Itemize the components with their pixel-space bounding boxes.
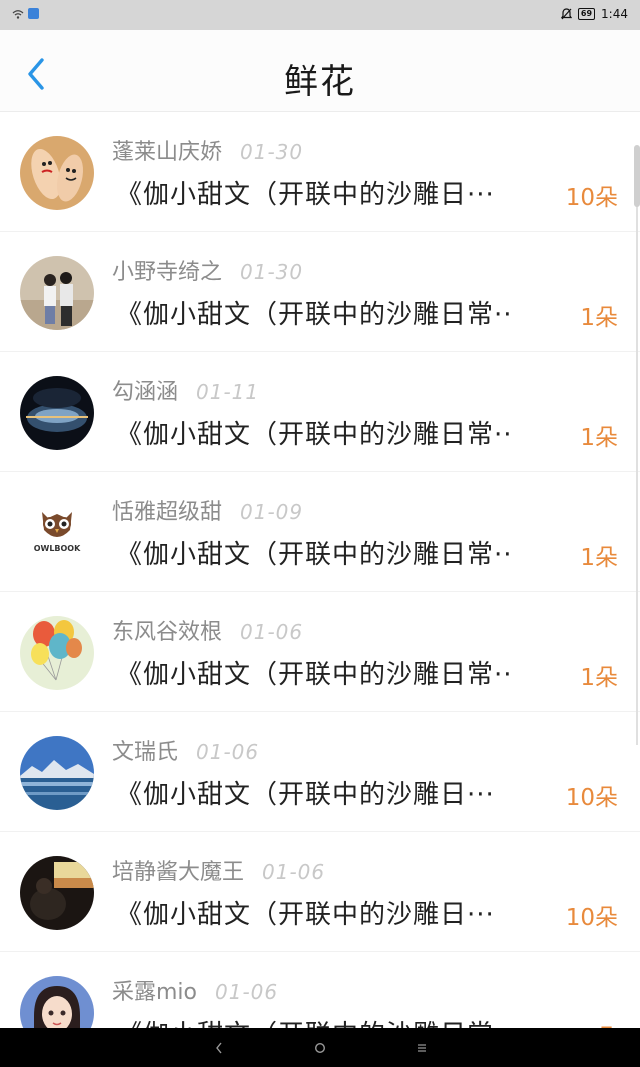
avatar[interactable]: [20, 256, 94, 330]
flower-count: 10朵: [565, 905, 618, 931]
status-left: [12, 8, 39, 19]
work-title[interactable]: 《伽小甜文（开联中的沙雕日···: [116, 774, 550, 811]
gift-list: 蓬莱山庆娇 01-30 《伽小甜文（开联中的沙雕日··· 10朵 小野寺绮之 0…: [0, 112, 640, 1028]
flower-count: 1朵: [580, 305, 618, 331]
date: 01-06: [215, 980, 279, 1004]
nav-menu-icon: [418, 1044, 426, 1052]
work-title[interactable]: 《伽小甜文（开联中的沙雕日常··: [116, 1014, 550, 1028]
user-name[interactable]: 蓬莱山庆娇: [112, 134, 222, 166]
name-line: 采露mio 01-06: [112, 974, 278, 1006]
user-name[interactable]: 东风谷效根: [112, 614, 222, 646]
list-item[interactable]: 勾涵涵 01-11 《伽小甜文（开联中的沙雕日常·· 1朵: [0, 352, 640, 472]
name-line: 东风谷效根 01-06: [112, 614, 303, 646]
name-line: 培静酱大魔王 01-06: [112, 854, 325, 886]
date: 01-09: [240, 500, 304, 524]
page-title: 鲜花: [284, 62, 356, 102]
status-right: 69 1:44: [560, 7, 628, 21]
list-item[interactable]: OWLBOOK 恬雅超级甜 01-09 《伽小甜文（开联中的沙雕日常·· 1朵: [0, 472, 640, 592]
app-notification-icon: [28, 8, 39, 19]
flower-count: 1朵: [580, 1018, 618, 1028]
user-name[interactable]: 采露mio: [112, 974, 197, 1006]
flower-count: 1朵: [580, 545, 618, 571]
wifi-icon: [12, 9, 24, 19]
avatar[interactable]: [20, 856, 94, 930]
name-line: 小野寺绮之 01-30: [112, 254, 303, 286]
user-name[interactable]: 培静酱大魔王: [112, 854, 244, 886]
list-item[interactable]: 东风谷效根 01-06 《伽小甜文（开联中的沙雕日常·· 1朵: [0, 592, 640, 712]
clock: 1:44: [601, 7, 628, 21]
work-title[interactable]: 《伽小甜文（开联中的沙雕日常··: [116, 534, 550, 571]
name-line: 文瑞氏 01-06: [112, 734, 259, 766]
user-name[interactable]: 恬雅超级甜: [112, 494, 222, 526]
nav-home-button[interactable]: [308, 1037, 332, 1059]
avatar[interactable]: [20, 616, 94, 690]
list-item[interactable]: 采露mio 01-06 《伽小甜文（开联中的沙雕日常·· 1朵: [0, 952, 640, 1028]
battery-indicator: 69: [577, 8, 596, 20]
date: 01-06: [240, 620, 304, 644]
date: 01-30: [240, 140, 304, 164]
user-name[interactable]: 文瑞氏: [112, 734, 178, 766]
nav-back-button[interactable]: [207, 1037, 231, 1059]
avatar[interactable]: [20, 376, 94, 450]
alarm-off-icon: [560, 8, 572, 20]
list-item[interactable]: 小野寺绮之 01-30 《伽小甜文（开联中的沙雕日常·· 1朵: [0, 232, 640, 352]
scrollbar-thumb[interactable]: [634, 145, 640, 207]
name-line: 蓬莱山庆娇 01-30: [112, 134, 303, 166]
list-item[interactable]: 文瑞氏 01-06 《伽小甜文（开联中的沙雕日··· 10朵: [0, 712, 640, 832]
date: 01-06: [196, 740, 260, 764]
title-bar: 鲜花: [0, 30, 640, 112]
name-line: 勾涵涵 01-11: [112, 374, 259, 406]
list-item[interactable]: 蓬莱山庆娇 01-30 《伽小甜文（开联中的沙雕日··· 10朵: [0, 112, 640, 232]
date: 01-30: [240, 260, 304, 284]
flower-count: 1朵: [580, 665, 618, 691]
list-item[interactable]: 培静酱大魔王 01-06 《伽小甜文（开联中的沙雕日··· 10朵: [0, 832, 640, 952]
work-title[interactable]: 《伽小甜文（开联中的沙雕日常··: [116, 654, 550, 691]
name-line: 恬雅超级甜 01-09: [112, 494, 303, 526]
avatar[interactable]: OWLBOOK: [20, 496, 94, 570]
scrollbar-track: [636, 200, 638, 745]
nav-back-icon: [216, 1042, 222, 1054]
flower-count: 10朵: [565, 185, 618, 211]
flower-count: 10朵: [565, 785, 618, 811]
avatar[interactable]: [20, 976, 94, 1028]
flower-count: 1朵: [580, 425, 618, 451]
user-name[interactable]: 小野寺绮之: [112, 254, 222, 286]
system-nav-bar: [0, 1028, 640, 1067]
work-title[interactable]: 《伽小甜文（开联中的沙雕日···: [116, 894, 550, 931]
date: 01-06: [262, 860, 326, 884]
work-title[interactable]: 《伽小甜文（开联中的沙雕日常··: [116, 294, 550, 331]
work-title[interactable]: 《伽小甜文（开联中的沙雕日常··: [116, 414, 550, 451]
nav-home-icon: [314, 1042, 326, 1054]
status-bar: 69 1:44: [0, 0, 640, 30]
avatar[interactable]: [20, 136, 94, 210]
work-title[interactable]: 《伽小甜文（开联中的沙雕日···: [116, 174, 550, 211]
avatar[interactable]: [20, 736, 94, 810]
nav-menu-button[interactable]: [410, 1037, 434, 1059]
user-name[interactable]: 勾涵涵: [112, 374, 178, 406]
date: 01-11: [196, 380, 260, 404]
owlbook-logo-text: OWLBOOK: [34, 544, 81, 553]
